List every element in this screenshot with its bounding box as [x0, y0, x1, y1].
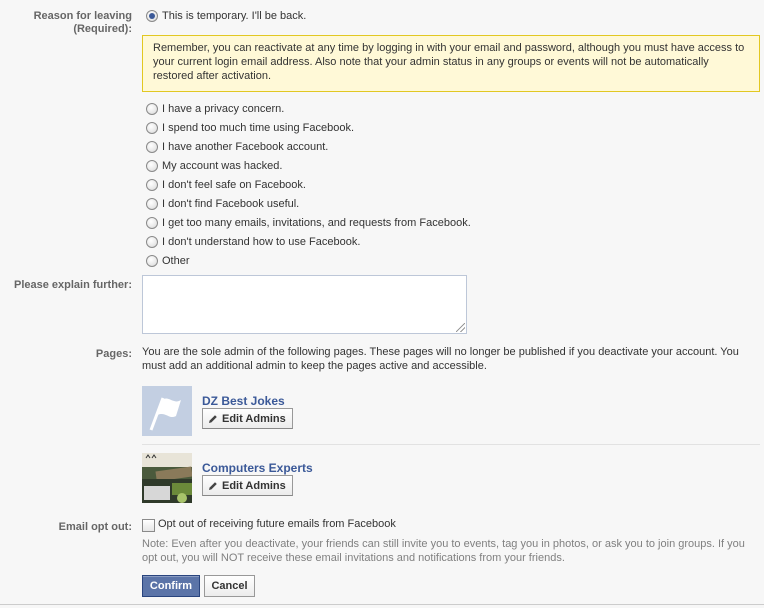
radio-button[interactable] — [146, 179, 158, 191]
radio-button[interactable] — [146, 217, 158, 229]
radio-option-privacy[interactable]: I have a privacy concern. — [146, 101, 284, 117]
radio-button[interactable] — [146, 198, 158, 210]
radio-label: This is temporary. I'll be back. — [162, 10, 307, 22]
pages-label: Pages: — [95, 348, 132, 360]
page-divider — [142, 444, 760, 445]
radio-label: I don't understand how to use Facebook. — [162, 236, 361, 248]
email-opt-out-checkbox-label: Opt out of receiving future emails from … — [158, 518, 396, 530]
radio-option-not-useful[interactable]: I don't find Facebook useful. — [146, 196, 299, 212]
page-name-link[interactable]: Computers Experts — [202, 461, 313, 475]
radio-option-dont-understand[interactable]: I don't understand how to use Facebook. — [146, 234, 360, 250]
radio-option-too-many-emails[interactable]: I get too many emails, invitations, and … — [146, 215, 471, 231]
edit-admins-button[interactable]: Edit Admins — [202, 408, 293, 429]
page-thumbnail[interactable] — [142, 386, 192, 436]
page-name-link[interactable]: DZ Best Jokes — [202, 394, 285, 408]
radio-button-checked[interactable] — [146, 10, 158, 22]
reason-label-line1: Reason for leaving — [33, 10, 132, 22]
radio-label: I don't find Facebook useful. — [162, 198, 300, 210]
radio-label: I have a privacy concern. — [162, 103, 285, 115]
cancel-button[interactable]: Cancel — [204, 575, 255, 597]
edit-admins-label: Edit Admins — [222, 412, 286, 425]
bottom-divider — [0, 604, 764, 605]
radio-button[interactable] — [146, 236, 158, 248]
radio-button[interactable] — [146, 255, 158, 267]
radio-option-too-much-time[interactable]: I spend too much time using Facebook. — [146, 120, 354, 136]
pencil-icon — [208, 481, 218, 491]
pencil-icon — [208, 414, 218, 424]
radio-option-another-account[interactable]: I have another Facebook account. — [146, 139, 328, 155]
radio-option-hacked[interactable]: My account was hacked. — [146, 158, 282, 174]
radio-label: I spend too much time using Facebook. — [162, 122, 354, 134]
page-thumbnail[interactable] — [142, 453, 192, 503]
radio-button[interactable] — [146, 122, 158, 134]
edit-admins-button[interactable]: Edit Admins — [202, 475, 293, 496]
pages-description: You are the sole admin of the following … — [142, 346, 739, 372]
radio-option-not-safe[interactable]: I don't feel safe on Facebook. — [146, 177, 306, 193]
flag-icon — [142, 386, 192, 436]
edit-admins-label: Edit Admins — [222, 479, 286, 492]
reactivation-notice: Remember, you can reactivate at any time… — [142, 35, 760, 92]
explain-textarea[interactable] — [142, 275, 467, 334]
radio-label: Other — [162, 255, 190, 267]
radio-button[interactable] — [146, 141, 158, 153]
radio-label: My account was hacked. — [162, 160, 283, 172]
radio-label: I get too many emails, invitations, and … — [162, 217, 471, 229]
radio-option-other[interactable]: Other — [146, 253, 190, 269]
radio-button[interactable] — [146, 103, 158, 115]
radio-label: I don't feel safe on Facebook. — [162, 179, 306, 191]
reason-label-line2: (Required): — [73, 23, 132, 35]
radio-button[interactable] — [146, 160, 158, 172]
email-opt-out-label: Email opt out: — [58, 521, 132, 533]
email-opt-out-note: Note: Even after you deactivate, your fr… — [142, 538, 745, 564]
page-photo-icon — [142, 453, 192, 503]
notice-text: Remember, you can reactivate at any time… — [153, 42, 745, 82]
explain-label: Please explain further: — [14, 279, 132, 291]
email-opt-out-checkbox[interactable] — [142, 519, 155, 532]
radio-temporary[interactable]: This is temporary. I'll be back. — [146, 8, 306, 24]
resize-grip-icon[interactable] — [456, 323, 465, 332]
radio-label: I have another Facebook account. — [162, 141, 329, 153]
reason-label: Reason for leaving (Required): — [0, 10, 132, 36]
confirm-button[interactable]: Confirm — [142, 575, 200, 597]
